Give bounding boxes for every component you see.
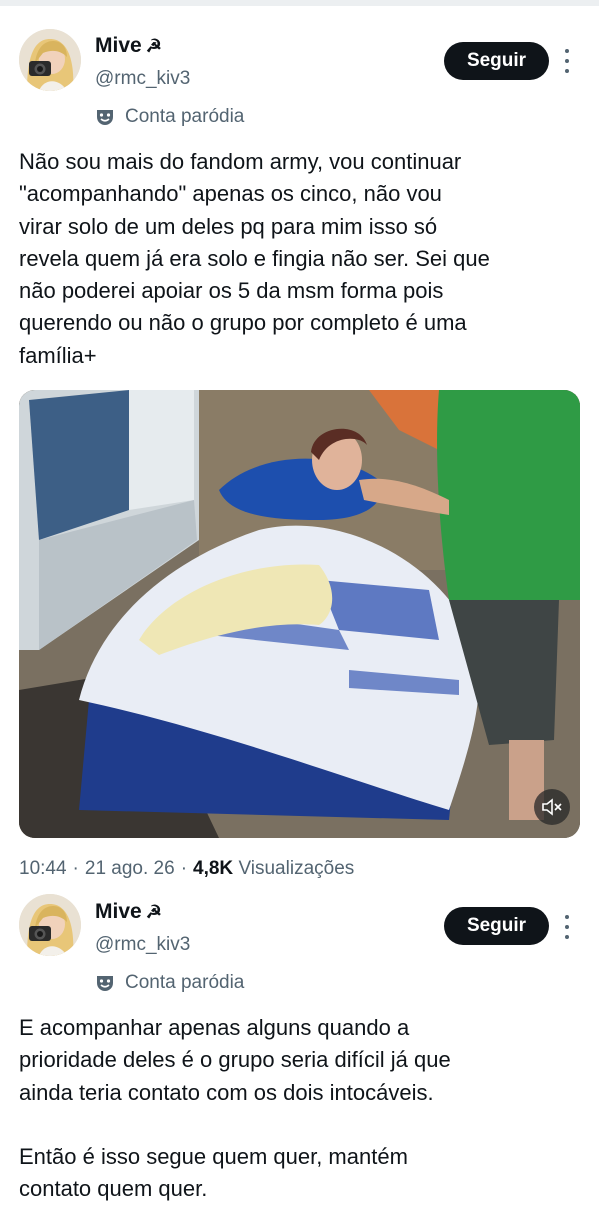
tweet-text: E acompanhar apenas alguns quando a prio… bbox=[19, 1015, 451, 1202]
tweet-time[interactable]: 10:44 bbox=[19, 858, 67, 880]
views-count: 4,8K bbox=[193, 858, 234, 879]
parody-label: Conta paródia bbox=[95, 106, 244, 128]
more-options-icon[interactable] bbox=[561, 49, 573, 73]
tweet-text: Não sou mais do fandom army, vou continu… bbox=[19, 149, 490, 368]
meta-separator: · bbox=[180, 858, 188, 879]
top-divider bbox=[0, 0, 599, 6]
hammer-sickle-icon: ☭ bbox=[145, 35, 162, 56]
theater-mask-icon bbox=[97, 110, 113, 125]
avatar[interactable] bbox=[19, 29, 81, 91]
author-name[interactable]: Mive bbox=[95, 900, 142, 924]
parody-text: Conta paródia bbox=[125, 106, 245, 127]
views-label: Visualizações bbox=[238, 858, 355, 879]
parody-label: Conta paródia bbox=[95, 972, 244, 994]
theater-mask-icon bbox=[97, 976, 113, 991]
author-name[interactable]: Mive bbox=[95, 34, 142, 58]
author-handle[interactable]: @rmc_kiv3 bbox=[95, 934, 190, 956]
video-player[interactable] bbox=[19, 390, 580, 838]
speaker-muted-icon[interactable] bbox=[534, 789, 570, 825]
follow-button[interactable]: Seguir bbox=[444, 42, 549, 80]
follow-button[interactable]: Seguir bbox=[444, 907, 549, 945]
tweet-meta: 10:44 · 21 ago. 26 · 4,8K Visualizações bbox=[19, 858, 354, 880]
more-options-icon[interactable] bbox=[561, 915, 573, 939]
parody-text: Conta paródia bbox=[125, 972, 245, 993]
avatar[interactable] bbox=[19, 894, 81, 956]
meta-separator: · bbox=[72, 858, 79, 879]
hammer-sickle-icon: ☭ bbox=[145, 901, 162, 922]
video-frame bbox=[19, 390, 580, 838]
author-handle[interactable]: @rmc_kiv3 bbox=[95, 68, 190, 90]
tweet-date[interactable]: 21 ago. 26 bbox=[85, 858, 175, 880]
